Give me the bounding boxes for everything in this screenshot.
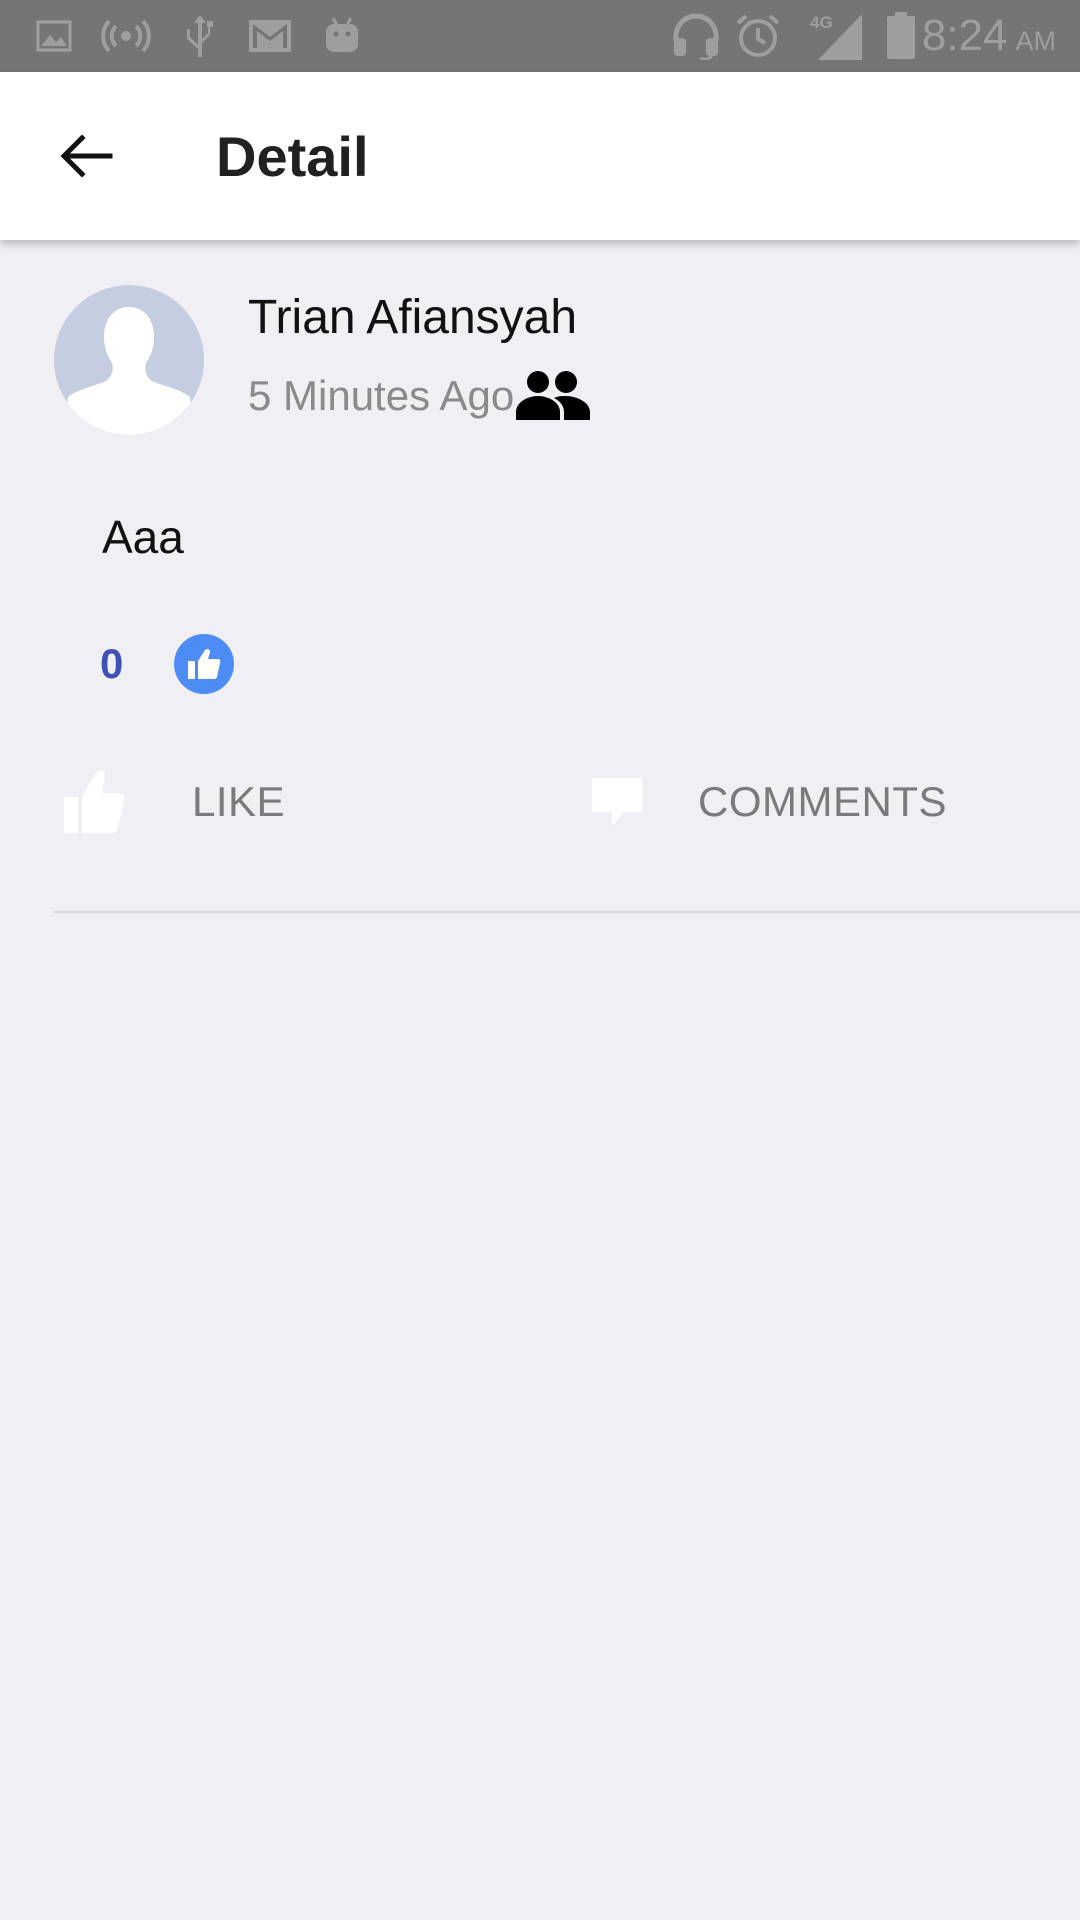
alarm-icon: [734, 0, 782, 72]
author-name[interactable]: Trian Afiansyah: [248, 290, 577, 345]
friends-audience-icon: [516, 371, 591, 420]
clock-ampm: AM: [1015, 25, 1057, 56]
page-title: Detail: [216, 124, 369, 188]
hotspot-icon: [98, 0, 154, 72]
status-clock: 8:24 AM: [922, 0, 1056, 72]
back-button[interactable]: [44, 114, 128, 198]
arrow-left-icon: [60, 134, 113, 178]
person-silhouette-icon: [64, 307, 194, 435]
like-reaction-icon[interactable]: [174, 634, 234, 694]
post-meta: 5 Minutes Ago: [248, 368, 592, 424]
like-label: LIKE: [192, 778, 286, 825]
comments-button[interactable]: COMMENTS: [590, 760, 947, 844]
avatar[interactable]: [54, 285, 204, 435]
like-button[interactable]: LIKE: [60, 760, 285, 844]
image-icon: [34, 0, 74, 72]
like-count[interactable]: 0: [100, 640, 123, 688]
post-body: Aaa: [102, 511, 184, 563]
thumbs-up-icon: [64, 770, 125, 833]
usb-icon: [180, 0, 220, 72]
app-bar: Detail: [0, 72, 1080, 240]
signal-icon: 4G: [810, 0, 866, 72]
status-bar: 4G 8:24 AM: [0, 0, 1080, 72]
headset-icon: [668, 0, 724, 72]
comments-label: COMMENTS: [698, 778, 947, 825]
network-type-label: 4G: [810, 13, 833, 32]
post-timestamp: 5 Minutes Ago: [248, 372, 515, 419]
gmail-icon: [248, 0, 292, 72]
clock-time: 8:24: [921, 11, 1008, 60]
comment-icon: [592, 778, 642, 826]
android-icon: [322, 0, 362, 72]
thumbs-up-icon: [188, 648, 221, 679]
battery-icon: [884, 0, 918, 72]
divider: [54, 911, 1080, 913]
